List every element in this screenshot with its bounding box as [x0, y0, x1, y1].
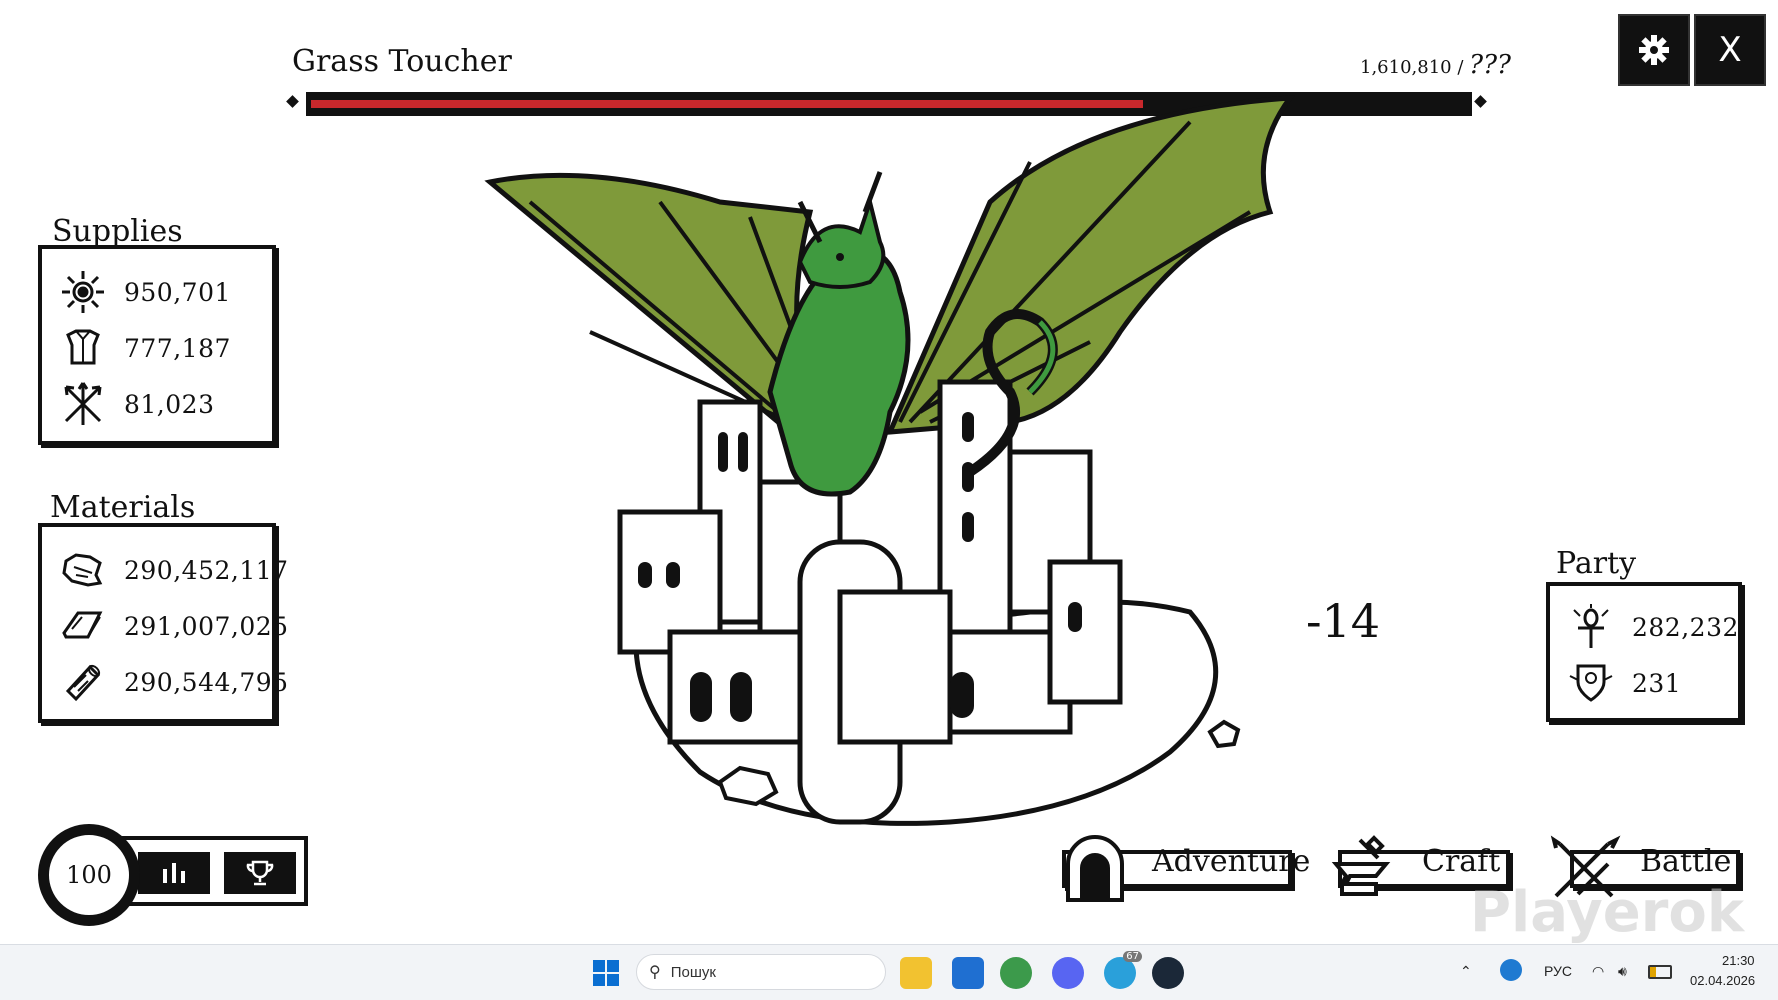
material-value: 290,544,795: [124, 667, 289, 697]
shield-crest-icon: [1568, 660, 1614, 706]
wifi-icon[interactable]: ◠: [1592, 963, 1604, 980]
party-panel: 282,232 231: [1546, 582, 1742, 722]
search-icon: ⚲: [649, 964, 661, 981]
steam-icon[interactable]: [1152, 957, 1184, 989]
supplies-title: Supplies: [52, 214, 183, 249]
supply-row: 81,023: [60, 381, 214, 427]
supply-value: 777,187: [124, 333, 231, 363]
watermark: Playerok: [1470, 880, 1745, 945]
boss-hp-max: ???: [1469, 50, 1511, 80]
leather-hide-icon: [60, 547, 106, 593]
material-value: 291,007,025: [124, 611, 289, 641]
telegram-badge: 67: [1123, 951, 1142, 962]
taskbar-search[interactable]: ⚲ Пошук: [636, 954, 886, 990]
clock-time[interactable]: 21:30: [1722, 953, 1755, 968]
supply-value: 81,023: [124, 389, 215, 419]
trophy-icon: [246, 860, 274, 886]
taskbar: ⚲ Пошук 67 ⌃ РУС ◠ 🔊︎ 21:30 02.04.2026: [0, 944, 1778, 1000]
file-explorer-icon[interactable]: [900, 957, 932, 989]
wood-log-icon: [60, 659, 106, 705]
supply-row: 950,701: [60, 269, 231, 315]
supplies-panel: 950,701 777,187 81,023: [38, 245, 276, 445]
boss-name: Grass Toucher: [292, 44, 512, 79]
supply-row: 777,187: [60, 325, 231, 371]
material-row: 290,544,795: [60, 659, 289, 705]
start-button[interactable]: [590, 957, 622, 989]
party-row: 231: [1568, 660, 1681, 706]
ankh-icon: [1568, 604, 1614, 650]
language-indicator[interactable]: РУС: [1544, 963, 1572, 979]
adventure-label: Adventure: [1152, 844, 1311, 879]
bar-chart-icon: [163, 863, 185, 883]
close-button[interactable]: X: [1694, 14, 1766, 86]
metal-ingot-icon: [60, 603, 106, 649]
sun-medallion-icon: [60, 269, 106, 315]
volume-icon[interactable]: 🔊︎: [1618, 963, 1627, 980]
party-row: 282,232: [1568, 604, 1739, 650]
search-placeholder: Пошук: [670, 963, 716, 981]
boss-hp-readout: 1,610,810 / ???: [1360, 50, 1511, 80]
supply-value: 950,701: [124, 277, 231, 307]
adventure-button[interactable]: Adventure: [1060, 835, 1310, 902]
party-value: 282,232: [1632, 612, 1739, 642]
battle-label: Battle: [1640, 844, 1732, 879]
battery-icon[interactable]: [1648, 965, 1672, 979]
armor-chest-icon: [60, 325, 106, 371]
boss-hp-current: 1,610,810 /: [1360, 57, 1464, 78]
chrome-icon[interactable]: [1000, 957, 1032, 989]
hp-bar-left-cap: [286, 95, 299, 108]
material-row: 290,452,117: [60, 547, 289, 593]
anvil-hammer-icon: [1331, 835, 1391, 896]
portal-gate-icon: [1066, 835, 1124, 902]
defender-icon[interactable]: [1500, 959, 1522, 981]
tray-chevron-icon[interactable]: ⌃: [1460, 963, 1472, 980]
dragon-castle-illustration[interactable]: [470, 92, 1300, 852]
player-level-badge[interactable]: 100: [38, 824, 140, 926]
stats-button[interactable]: [138, 852, 210, 894]
damage-number: -14: [1306, 594, 1381, 648]
material-row: 291,007,025: [60, 603, 289, 649]
gear-icon: [1639, 35, 1669, 65]
store-icon[interactable]: [952, 957, 984, 989]
settings-button[interactable]: [1618, 14, 1690, 86]
materials-panel: 290,452,117 291,007,025 290,544,795: [38, 523, 288, 723]
hp-bar-right-cap: [1474, 95, 1487, 108]
crossed-arrows-icon: [60, 381, 106, 427]
material-value: 290,452,117: [124, 555, 289, 585]
windows-logo-icon: [593, 960, 619, 986]
clock-date[interactable]: 02.04.2026: [1690, 973, 1755, 988]
craft-label: Craft: [1422, 844, 1501, 879]
discord-icon[interactable]: [1052, 957, 1084, 989]
telegram-icon[interactable]: 67: [1104, 951, 1142, 989]
materials-title: Materials: [50, 490, 196, 525]
party-value: 231: [1632, 668, 1682, 698]
leaderboard-button[interactable]: [224, 852, 296, 894]
